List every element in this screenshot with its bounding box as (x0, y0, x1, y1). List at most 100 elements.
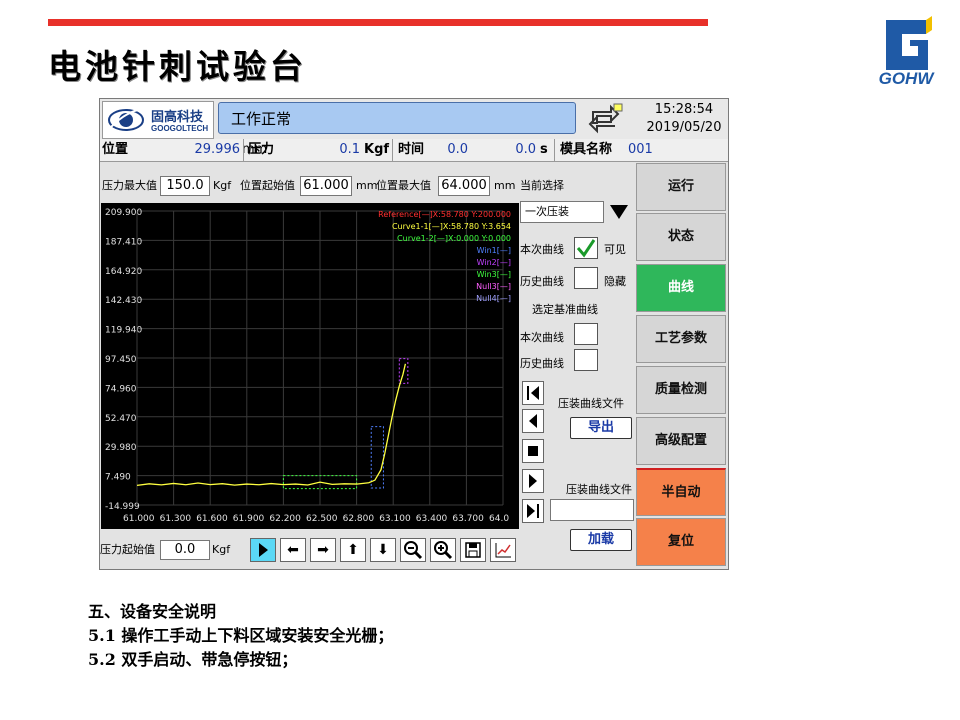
x-tick-label: 61.600 (196, 514, 228, 524)
notes-item-1: 5.1 操作工手动上下料区域安装安全光栅； (88, 626, 394, 645)
nav-advanced-config[interactable]: 高级配置 (636, 417, 726, 465)
dropdown-arrow-icon[interactable] (608, 203, 630, 221)
y-tick-label: 74.960 (105, 384, 137, 394)
arrow-up-icon: ⬆ (347, 542, 359, 558)
brand-en: GOOGOLTECH (151, 124, 209, 133)
move-up-button[interactable]: ⬆ (340, 538, 366, 562)
nav-run[interactable]: 运行 (636, 163, 726, 211)
visible-label: 可见 (604, 243, 626, 256)
sync-icon[interactable] (585, 103, 623, 135)
pos-start-unit: mm (356, 179, 378, 192)
nav-quality-check[interactable]: 质量检测 (636, 366, 726, 414)
move-right-button[interactable]: ➡ (310, 538, 336, 562)
prev-button[interactable] (522, 409, 544, 433)
slide-notes: 五、设备安全说明 5.1 操作工手动上下料区域安装安全光栅； 5.2 双手启动、… (88, 600, 393, 672)
hmi-header: 固高科技 GOOGOLTECH 工作正常 15:28:54 2019/05/20 (100, 99, 728, 140)
x-tick-label: 61.300 (160, 514, 192, 524)
force-start-unit: Kgf (212, 543, 231, 556)
move-down-button[interactable]: ⬇ (370, 538, 396, 562)
time-value-1: 0.0 (447, 142, 468, 157)
nav-panel: 运行 状态 曲线 工艺参数 质量检测 高级配置 半自动 复位 (636, 161, 728, 569)
pointer-button[interactable] (250, 538, 276, 562)
brand-box: 固高科技 GOOGOLTECH (102, 101, 214, 139)
y-tick-label: -14.999 (105, 502, 140, 512)
y-tick-label: 7.490 (105, 473, 131, 483)
slide-red-bar (48, 19, 708, 26)
force-unit: Kgf (364, 142, 390, 157)
position-value: 29.996 (194, 142, 241, 157)
legend-entry: Reference[—]X:58.780 Y:200.000 (378, 210, 511, 219)
chart-toolbar: 压力起始值 0.0 Kgf ⬅ ➡ ⬆ ⬇ (100, 535, 518, 565)
pos-start-label: 位置起始值 (240, 179, 295, 192)
x-tick-label: 64.0 (489, 514, 509, 524)
time-unit: s (540, 142, 548, 157)
y-tick-label: 29.980 (105, 443, 137, 453)
force-value: 0.1 (339, 142, 360, 157)
slide-title: 电池针刺试验台 (48, 47, 307, 86)
pos-start-input[interactable]: 61.000 (300, 176, 352, 196)
window-box (370, 426, 384, 489)
x-tick-label: 63.400 (416, 514, 448, 524)
history-curve-label-2: 历史曲线 (520, 357, 564, 370)
status-message: 工作正常 (218, 102, 576, 134)
x-tick-label: 62.800 (343, 514, 375, 524)
x-tick-label: 61.000 (123, 514, 155, 524)
force-start-input[interactable]: 0.0 (160, 540, 210, 560)
base-history-checkbox[interactable] (574, 349, 598, 371)
mold-label: 模具名称 (560, 142, 613, 157)
zoom-out-button[interactable] (400, 538, 426, 562)
stop-button[interactable] (522, 439, 544, 463)
play-cursor-icon (259, 543, 268, 557)
nav-curve[interactable]: 曲线 (636, 264, 726, 312)
legend-entry: Curve1-2[—]X:0.000 Y:0.000 (397, 234, 511, 243)
arrow-down-icon: ⬇ (377, 542, 389, 558)
curve-line (136, 363, 407, 487)
base-this-checkbox[interactable] (574, 323, 598, 345)
mode-select[interactable]: 一次压装 (520, 201, 604, 223)
time-value-2: 0.0 (515, 142, 536, 157)
load-button[interactable]: 加载 (570, 529, 632, 551)
info-row: 位置 29.996 mm 压力 0.1 Kgf 时间 0.0 0.0 s 模具名… (100, 139, 728, 162)
curve-chart: 209.900 187.410 164.920 142.430 119.940 97.45… (101, 203, 519, 529)
notes-item-2: 5.2 双手启动、带急停按钮； (88, 650, 298, 669)
time-label: 时间 (398, 142, 425, 157)
clock: 15:28:54 2019/05/20 (643, 101, 725, 137)
curve-tool-button[interactable] (490, 538, 516, 562)
legend-entry: Curve1-1[—]X:58.780 Y:3.654 (392, 222, 511, 231)
legend-entry: Null4[—] (476, 294, 511, 303)
file-name-input[interactable] (550, 499, 634, 521)
hide-checkbox[interactable] (574, 267, 598, 289)
zoom-in-button[interactable] (430, 538, 456, 562)
press-file-label: 压装曲线文件 (558, 397, 624, 410)
visible-checkbox[interactable] (574, 237, 598, 259)
save-button[interactable] (460, 538, 486, 562)
x-tick-label: 62.500 (306, 514, 338, 524)
nav-status[interactable]: 状态 (636, 213, 726, 261)
zoom-out-icon (404, 541, 423, 560)
legend-entry: Win1[—] (477, 246, 511, 255)
y-tick-label: 52.470 (105, 414, 137, 424)
skip-end-icon (527, 504, 539, 518)
nav-reset[interactable]: 复位 (636, 518, 726, 566)
nav-process-params[interactable]: 工艺参数 (636, 315, 726, 363)
play-back-icon (529, 414, 537, 428)
max-force-unit: Kgf (213, 179, 232, 192)
nav-semi-auto[interactable]: 半自动 (636, 468, 726, 516)
max-force-input[interactable]: 150.0 (160, 176, 210, 196)
zoom-in-icon (434, 541, 453, 560)
hide-label: 隐藏 (604, 275, 626, 288)
curve-options-panel: 一次压装 本次曲线 可见 历史曲线 隐藏 选定基准曲线 本次曲线 历史曲线 压装… (520, 161, 634, 569)
next-button[interactable] (522, 469, 544, 493)
chart-icon (495, 543, 511, 558)
press-file-label-2: 压装曲线文件 (566, 483, 632, 496)
pos-max-label: 位置最大值 (376, 179, 431, 192)
clock-time: 15:28:54 (654, 102, 714, 117)
first-button[interactable] (522, 381, 544, 405)
pos-max-input[interactable]: 64.000 (438, 176, 490, 196)
export-button[interactable]: 导出 (570, 417, 632, 439)
move-left-button[interactable]: ⬅ (280, 538, 306, 562)
last-button[interactable] (522, 499, 544, 523)
max-force-label: 压力最大值 (102, 179, 157, 192)
position-label: 位置 (102, 142, 129, 157)
stop-icon (528, 446, 538, 456)
